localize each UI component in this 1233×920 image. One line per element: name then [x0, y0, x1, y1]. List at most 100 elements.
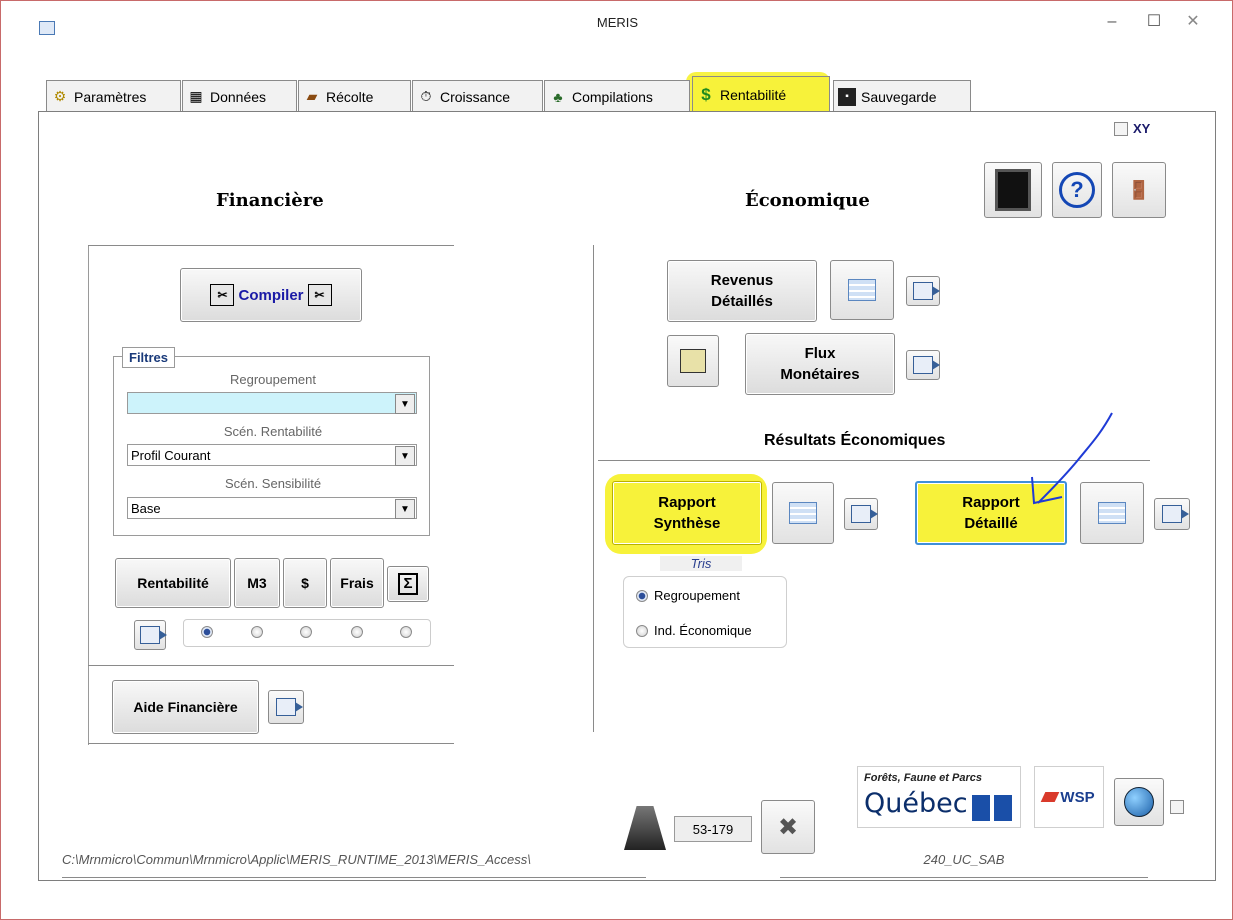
m3-button[interactable]: M3 — [234, 558, 280, 608]
close-button[interactable]: ✕ — [1178, 9, 1208, 35]
globe-network-button[interactable] — [1114, 778, 1164, 826]
divider — [62, 877, 646, 878]
tab-label: Sauvegarde — [861, 88, 937, 105]
option-radio-2[interactable] — [251, 626, 263, 638]
detaille-report-button[interactable] — [1154, 498, 1190, 530]
filtres-legend: Filtres — [122, 347, 176, 368]
flux-form-button[interactable] — [667, 335, 719, 387]
compile-icon: ✂ — [307, 284, 332, 306]
tab-label: Croissance — [440, 88, 511, 105]
report-arrow-icon — [1162, 505, 1189, 523]
fleurdelise-icon — [972, 795, 1012, 821]
table-icon — [789, 502, 817, 524]
network-checkbox[interactable] — [1170, 800, 1184, 814]
quebec-logo-line2: Québec — [864, 788, 968, 819]
revenus-report-button[interactable] — [906, 276, 940, 306]
window-title: MERIS — [596, 15, 639, 30]
tab-donnees[interactable]: ▦ Données — [182, 80, 297, 112]
help-button[interactable]: ? — [1052, 162, 1102, 218]
divider — [88, 665, 454, 666]
wsp-logo-text: WSP — [1060, 788, 1095, 806]
minimize-button[interactable]: – — [1097, 9, 1127, 35]
exit-door-icon: 🚪 — [1127, 179, 1151, 200]
report-button[interactable] — [134, 620, 167, 650]
maximize-button[interactable]: ☐ — [1139, 9, 1169, 35]
revenus-line1: Revenus — [710, 272, 774, 289]
clipboard-button[interactable] — [984, 162, 1042, 218]
wsp-logo: WSP — [1034, 766, 1104, 828]
dropdown-arrow-icon[interactable]: ▼ — [395, 394, 415, 414]
annotation-arrow-line — [1037, 412, 1113, 504]
detaille-line1: Rapport — [962, 494, 1020, 511]
scen-sensibilite-combo[interactable]: Base ▼ — [127, 497, 417, 519]
station-label: 240_UC_SAB — [923, 852, 1005, 867]
xy-label: XY — [1133, 121, 1151, 136]
tree-compile-icon: ♣ — [553, 88, 563, 105]
tris-regroupement-radio[interactable] — [636, 590, 648, 602]
compile-button[interactable]: ✂ Compiler ✂ — [180, 268, 362, 322]
tab-sauvegarde[interactable]: ▪ Sauvegarde — [833, 80, 971, 112]
stopwatch-icon: ⏱ — [420, 88, 432, 104]
flux-report-button[interactable] — [906, 350, 940, 380]
flux-line1: Flux — [804, 345, 836, 362]
wsp-mark-icon — [1041, 792, 1060, 802]
option-radio-1[interactable] — [201, 626, 213, 638]
option-radio-5[interactable] — [400, 626, 412, 638]
synthese-report-button[interactable] — [844, 498, 878, 530]
flux-monetaires-button[interactable]: Flux Monétaires — [745, 333, 895, 395]
log-icon: ▰ — [306, 88, 318, 104]
tab-recolte[interactable]: ▰ Récolte — [298, 80, 411, 112]
sigma-icon: Σ — [398, 573, 418, 595]
synthese-table-button[interactable] — [772, 482, 834, 544]
code-box: 53-179 — [674, 816, 752, 842]
regroupement-label: Regroupement — [230, 372, 316, 387]
frais-button[interactable]: Frais — [330, 558, 384, 608]
rapport-synthese-button[interactable]: Rapport Synthèse — [612, 481, 762, 545]
compile-label: Compiler — [238, 286, 304, 304]
scen-sensibilite-value: Base — [131, 500, 161, 516]
tab-label: Récolte — [326, 88, 374, 105]
regroupement-combo[interactable]: ▼ — [127, 392, 417, 414]
tab-parametres[interactable]: ⚙ Paramètres — [46, 80, 181, 112]
exit-button[interactable]: 🚪 — [1112, 162, 1166, 218]
detaille-line2: Détaillé — [964, 515, 1018, 532]
dropdown-arrow-icon[interactable]: ▼ — [395, 499, 415, 519]
xy-checkbox[interactable] — [1114, 122, 1128, 136]
aide-report-button[interactable] — [268, 690, 304, 724]
tab-label: Compilations — [572, 88, 653, 105]
resultats-heading: Résultats Économiques — [764, 432, 946, 449]
revenus-table-button[interactable] — [830, 260, 894, 320]
dollar-button[interactable]: $ — [283, 558, 327, 608]
aide-financiere-button[interactable]: Aide Financière — [112, 680, 259, 734]
sigma-button[interactable]: Σ — [387, 566, 429, 602]
divider — [88, 743, 454, 744]
scen-sensibilite-label: Scén. Sensibilité — [224, 476, 322, 491]
report-arrow-icon — [140, 626, 167, 644]
tab-rentabilite[interactable]: $ Rentabilité — [692, 76, 830, 112]
tab-croissance[interactable]: ⏱ Croissance — [412, 80, 543, 112]
divider — [780, 877, 1148, 878]
floppy-save-icon: ▪ — [838, 87, 856, 106]
synthese-line1: Rapport — [658, 494, 716, 511]
annotation-arrow-head — [1031, 476, 1063, 505]
tris-economique-label: Ind. Économique — [654, 623, 752, 638]
financiere-heading: Financière — [216, 190, 324, 211]
tools-button[interactable]: ✖ — [761, 800, 815, 854]
option-radio-3[interactable] — [300, 626, 312, 638]
option-radio-4[interactable] — [351, 626, 363, 638]
economique-heading: Économique — [745, 190, 870, 211]
tris-economique-radio[interactable] — [636, 625, 648, 637]
tab-label: Données — [210, 88, 267, 105]
scen-rentabilite-combo[interactable]: Profil Courant ▼ — [127, 444, 417, 466]
scen-rentabilite-label: Scén. Rentabilité — [223, 424, 323, 439]
report-arrow-icon — [913, 282, 940, 300]
tris-label: Tris — [660, 556, 742, 571]
divider — [88, 245, 454, 246]
gears-icon: ⚙ — [53, 88, 67, 104]
annotation-arrow — [1031, 412, 1113, 505]
dropdown-arrow-icon[interactable]: ▼ — [395, 446, 415, 466]
globe-icon — [1124, 787, 1154, 817]
rentabilite-button[interactable]: Rentabilité — [115, 558, 231, 608]
revenus-detailles-button[interactable]: Revenus Détaillés — [667, 260, 817, 322]
tab-compilations[interactable]: ♣ Compilations — [544, 80, 690, 112]
